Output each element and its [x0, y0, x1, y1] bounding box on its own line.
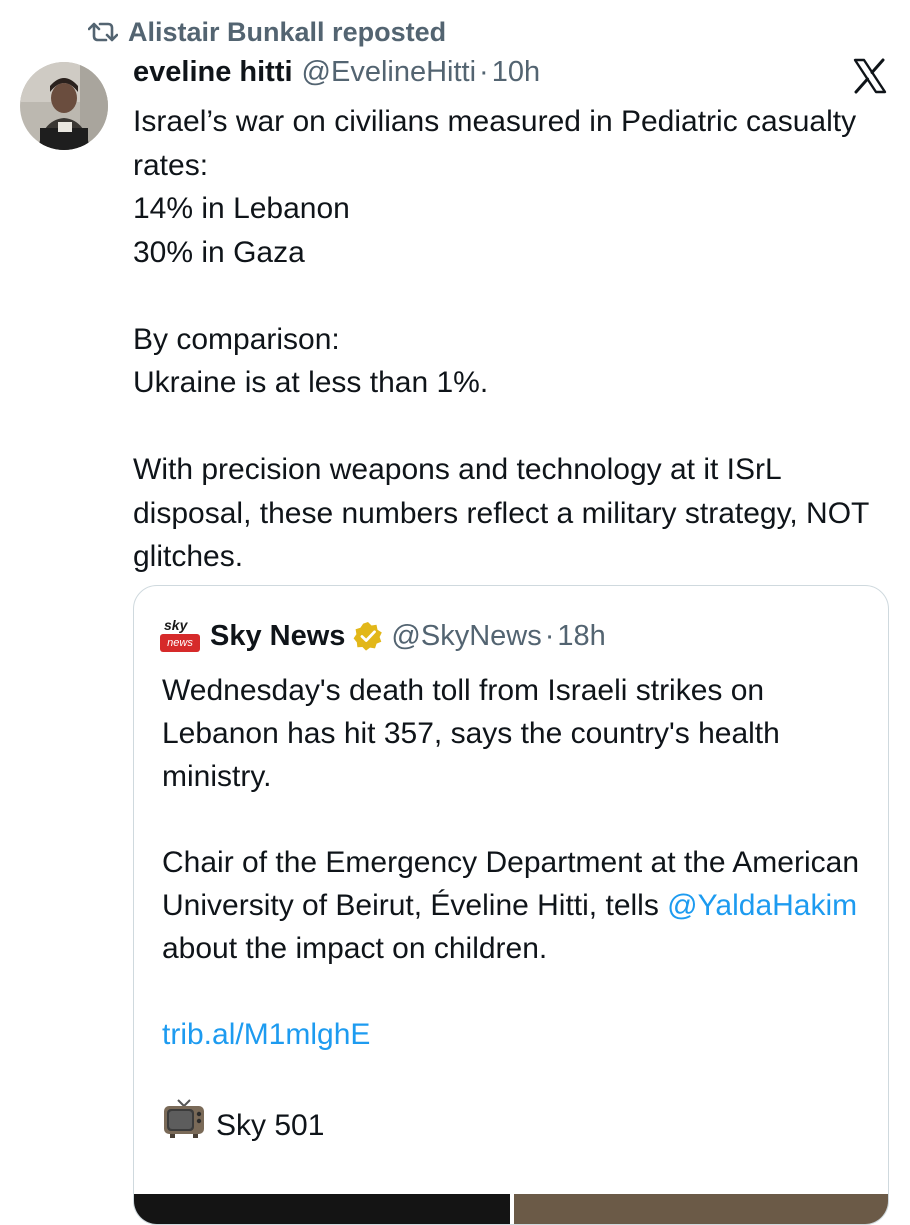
quote-link-paragraph: trib.al/M1mlghE: [162, 1013, 872, 1056]
quote-author-line: sky news Sky News @SkyNews · 18h: [160, 616, 606, 656]
tweet-paragraph: Israel’s war on civilians measured in Pe…: [133, 105, 857, 269]
tweet-timestamp[interactable]: 10h: [492, 56, 540, 89]
quote-author-name[interactable]: Sky News: [210, 620, 345, 653]
quote-url-link[interactable]: trib.al/M1mlghE: [162, 1018, 370, 1051]
separator-dot: ·: [479, 56, 489, 88]
x-logo-icon: [852, 58, 888, 94]
quote-paragraph-text: about the impact on children.: [162, 932, 548, 965]
quote-media-strip[interactable]: [134, 1194, 888, 1224]
sky-news-logo-news: news: [160, 634, 200, 652]
television-icon: [162, 1099, 206, 1151]
quoted-tweet-card[interactable]: sky news Sky News @SkyNews · 18h Wednesd…: [133, 585, 889, 1225]
quote-paragraph: Wednesday's death toll from Israeli stri…: [162, 674, 780, 793]
quote-author-handle[interactable]: @SkyNews: [391, 620, 541, 653]
tweet-paragraph: By comparison: Ukraine is at less than 1…: [133, 322, 489, 400]
mention-link[interactable]: @YaldaHakim: [667, 889, 857, 922]
quote-timestamp[interactable]: 18h: [557, 620, 605, 653]
sky-news-logo[interactable]: sky news: [160, 617, 200, 655]
quote-tv-label: Sky 501: [216, 1108, 325, 1142]
author-name[interactable]: eveline hitti: [133, 56, 293, 89]
repost-header[interactable]: Alistair Bunkall reposted: [88, 14, 446, 50]
sky-news-logo-sky: sky: [164, 617, 188, 633]
quote-text: Wednesday's death toll from Israeli stri…: [162, 669, 872, 1151]
repost-label: Alistair Bunkall reposted: [128, 16, 447, 47]
tweet-text: Israel’s war on civilians measured in Pe…: [133, 100, 893, 579]
repost-icon: [88, 21, 118, 43]
separator-dot: ·: [544, 619, 555, 652]
tweet-paragraph: With precision weapons and technology at…: [133, 453, 869, 573]
tweet-author-line: eveline hitti @EvelineHitti · 10h: [133, 56, 540, 96]
quote-tv-line: Sky 501: [162, 1099, 872, 1151]
media-thumbnail[interactable]: [514, 1194, 888, 1224]
media-thumbnail[interactable]: [134, 1194, 510, 1224]
quote-paragraph: Chair of the Emergency Department at the…: [162, 841, 872, 970]
avatar[interactable]: [20, 62, 108, 150]
author-handle[interactable]: @EvelineHitti: [302, 56, 477, 89]
verified-badge-icon: [353, 621, 383, 651]
